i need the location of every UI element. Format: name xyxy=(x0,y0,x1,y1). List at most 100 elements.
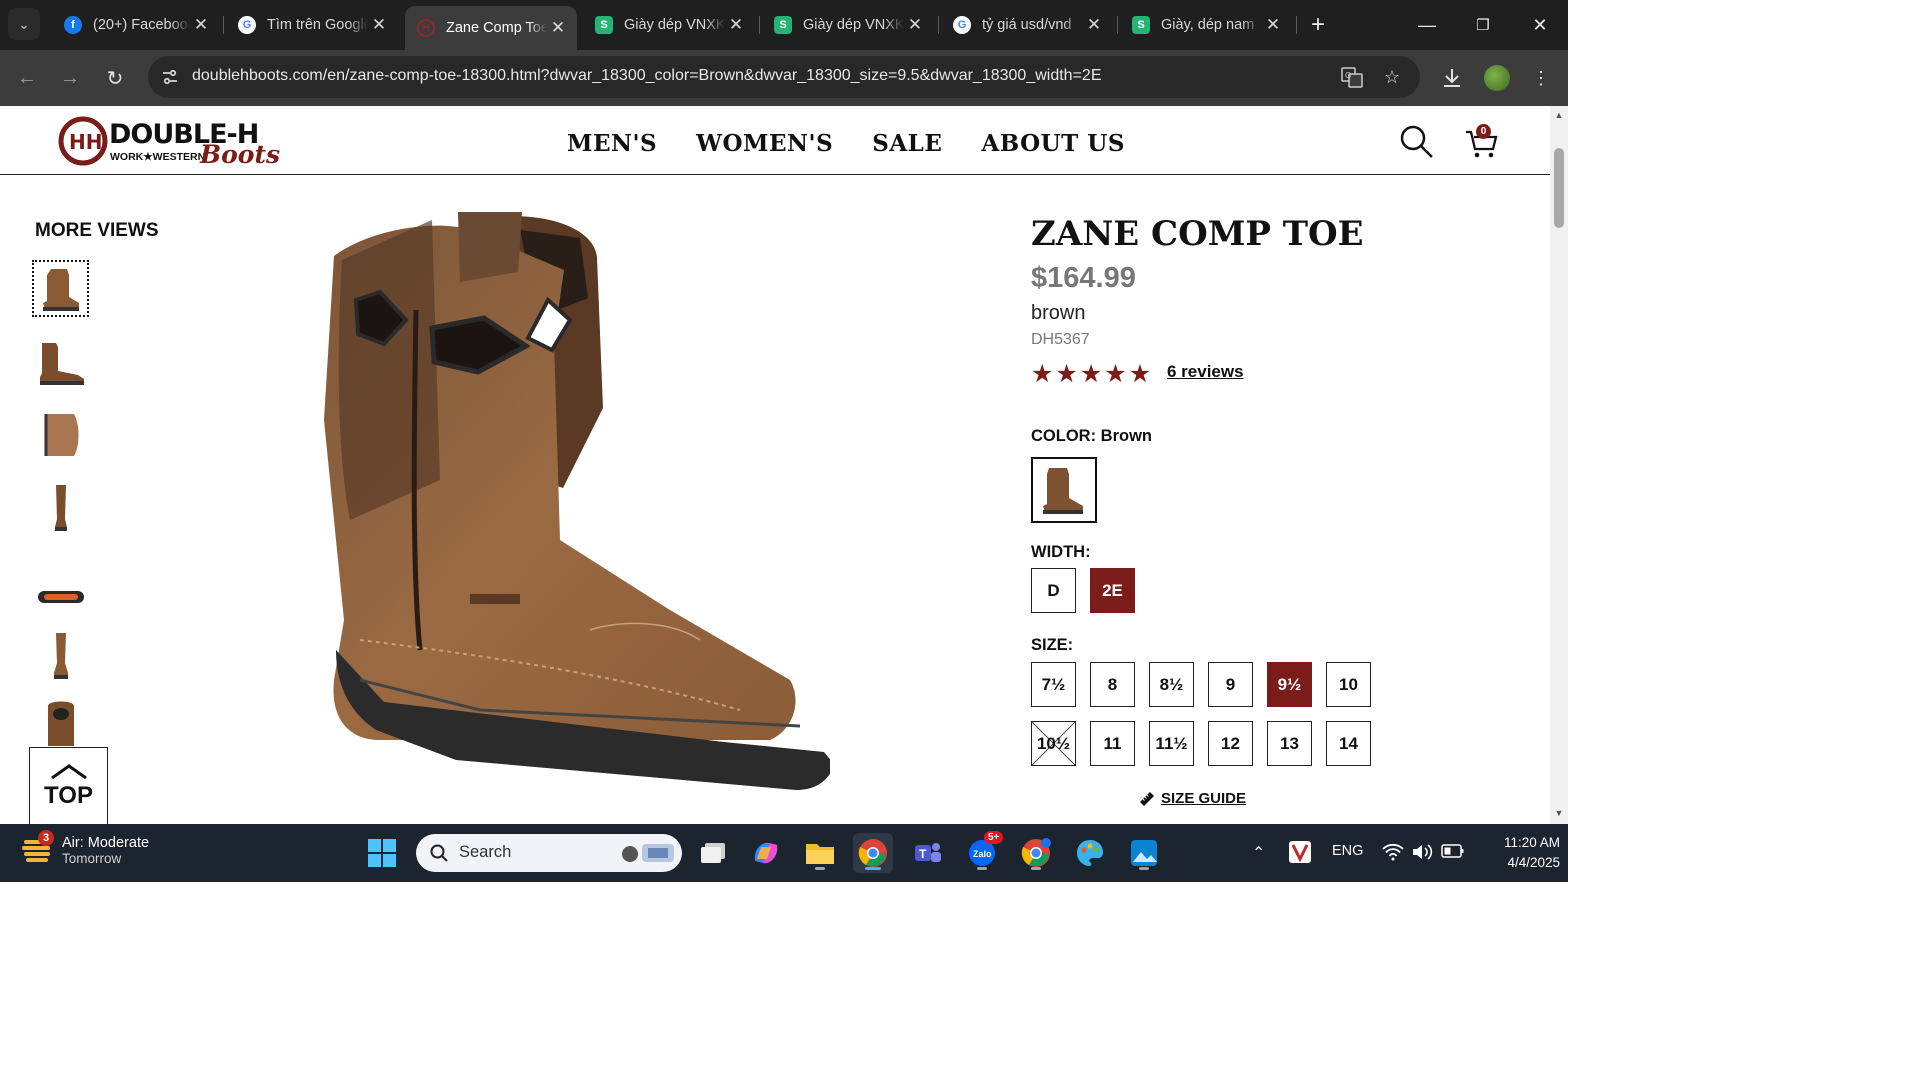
rating-stars[interactable]: ★ ★ ★ ★ ★ xyxy=(1031,359,1151,389)
thumbnail-side-view[interactable] xyxy=(32,334,89,391)
size-option-11[interactable]: 11 xyxy=(1090,721,1135,766)
product-main-image[interactable] xyxy=(320,210,834,790)
product-title: ZANE COMP TOE xyxy=(1031,214,1364,254)
size-option-11-5[interactable]: 11½ xyxy=(1149,721,1194,766)
paint-icon[interactable] xyxy=(1070,833,1110,873)
tab-google-search[interactable]: G Tìm trên Google ✕ xyxy=(226,6,398,44)
size-option-12[interactable]: 12 xyxy=(1208,721,1253,766)
tab-ty-gia[interactable]: G tỷ giá usd/vnd ✕ xyxy=(941,6,1113,44)
tab-giay-dep-nam[interactable]: S Giày, dép nam ✕ xyxy=(1120,6,1292,44)
copilot-icon[interactable] xyxy=(746,833,786,873)
thumbnail-top-view[interactable] xyxy=(32,696,89,746)
product-price: $164.99 xyxy=(1031,262,1136,294)
width-option-d[interactable]: D xyxy=(1031,568,1076,613)
reviews-link[interactable]: 6 reviews xyxy=(1167,362,1244,382)
close-icon[interactable]: ✕ xyxy=(1262,15,1284,35)
star-icon: ★ xyxy=(1079,360,1103,388)
double-h-logo[interactable]: HH DOUBLE-H WORK★WESTERN Boots xyxy=(58,114,281,170)
browser-toolbar: ← → ↻ doublehboots.com/en/zane-comp-toe-… xyxy=(0,50,1568,106)
profile-avatar[interactable] xyxy=(1483,64,1511,92)
logo-script: Boots xyxy=(200,140,281,169)
thumbnail-toe-view[interactable] xyxy=(32,406,89,463)
window-close-icon[interactable]: ✕ xyxy=(1512,0,1568,50)
restore-icon[interactable]: ❐ xyxy=(1455,0,1511,50)
volume-icon[interactable] xyxy=(1411,843,1433,865)
start-button[interactable] xyxy=(362,833,402,873)
teams-icon[interactable]: T xyxy=(908,833,948,873)
back-to-top-button[interactable]: TOP xyxy=(29,747,108,824)
kebab-menu-icon[interactable]: ⋮ xyxy=(1527,64,1555,92)
close-icon[interactable]: ✕ xyxy=(190,15,212,35)
close-icon[interactable]: ✕ xyxy=(1083,15,1105,35)
close-icon[interactable]: ✕ xyxy=(904,15,926,35)
task-view-icon[interactable] xyxy=(693,833,733,873)
tab-giay-dep-1[interactable]: S Giày dép VNXK ✕ xyxy=(583,6,755,44)
taskbar-search[interactable]: Search xyxy=(416,834,682,872)
new-tab-plus-icon[interactable]: + xyxy=(1290,0,1346,50)
close-icon[interactable]: ✕ xyxy=(725,15,747,35)
language-indicator[interactable]: ENG xyxy=(1332,843,1363,859)
site-info-icon[interactable] xyxy=(160,67,180,87)
size-guide-link[interactable]: SIZE GUIDE xyxy=(1139,790,1246,807)
chrome-taskbar-icon[interactable] xyxy=(853,833,893,873)
color-label-text: COLOR: xyxy=(1031,427,1097,445)
tab-facebook[interactable]: f (20+) Facebook ✕ xyxy=(52,6,220,44)
system-clock[interactable]: 11:20 AM 4/4/2025 xyxy=(1470,833,1560,873)
chrome-profile-icon[interactable] xyxy=(1016,833,1056,873)
nav-mens[interactable]: MEN'S xyxy=(567,130,657,157)
clock-date: 4/4/2025 xyxy=(1507,855,1560,870)
back-arrow-icon[interactable]: ← xyxy=(11,62,43,94)
svg-text:T: T xyxy=(919,847,927,861)
zalo-icon[interactable]: Zalo 5+ xyxy=(962,831,1004,873)
size-option-8-5[interactable]: 8½ xyxy=(1149,662,1194,707)
vivaldi-tray-icon[interactable] xyxy=(1289,841,1311,867)
star-icon: ★ xyxy=(1104,360,1127,388)
size-option-13[interactable]: 13 xyxy=(1267,721,1312,766)
google-icon: G xyxy=(953,16,971,34)
size-option-7-5[interactable]: 7½ xyxy=(1031,662,1076,707)
download-icon[interactable] xyxy=(1438,64,1466,92)
size-option-10[interactable]: 10 xyxy=(1326,662,1371,707)
scroll-up-icon[interactable]: ▲ xyxy=(1554,110,1564,120)
close-icon[interactable]: ✕ xyxy=(368,15,390,35)
tab-title: (20+) Facebook xyxy=(93,17,190,33)
tab-search-button[interactable]: ⌄ xyxy=(8,8,40,40)
width-option-2e[interactable]: 2E xyxy=(1090,568,1135,613)
scroll-down-icon[interactable]: ▼ xyxy=(1554,808,1564,818)
thumbnail-back-view[interactable] xyxy=(32,479,89,536)
file-explorer-icon[interactable] xyxy=(800,833,840,873)
size-option-14[interactable]: 14 xyxy=(1326,721,1371,766)
translate-icon[interactable]: G xyxy=(1338,63,1366,91)
ruler-icon xyxy=(1140,791,1154,806)
clock-time: 11:20 AM xyxy=(1503,835,1560,850)
thumbnail-sole-view[interactable] xyxy=(32,568,89,625)
page-scrollbar[interactable]: ▲ ▼ xyxy=(1550,106,1568,824)
thumbnail-angle-view[interactable] xyxy=(32,260,89,317)
tab-giay-dep-2[interactable]: S Giày dép VNXK ✕ xyxy=(762,6,934,44)
bookmark-star-icon[interactable]: ☆ xyxy=(1378,63,1406,91)
browser-tab-strip: ⌄ f (20+) Facebook ✕ G Tìm trên Google ✕… xyxy=(0,0,1568,50)
address-bar[interactable]: doublehboots.com/en/zane-comp-toe-18300.… xyxy=(148,56,1420,98)
nav-about-us[interactable]: ABOUT US xyxy=(981,130,1125,157)
reload-icon[interactable]: ↻ xyxy=(99,62,131,94)
forward-arrow-icon[interactable]: → xyxy=(54,62,86,94)
show-hidden-icons-chevron-icon[interactable]: ⌃ xyxy=(1252,843,1265,863)
thumbnail-front-view[interactable] xyxy=(32,627,89,684)
wifi-icon[interactable] xyxy=(1382,843,1404,865)
size-option-8[interactable]: 8 xyxy=(1090,662,1135,707)
color-swatch-brown[interactable] xyxy=(1031,457,1097,523)
photos-icon[interactable] xyxy=(1124,833,1164,873)
size-option-10-5-unavailable[interactable]: 10½ xyxy=(1031,721,1076,766)
tab-zane-comp-toe[interactable]: H Zane Comp Toe ✕ xyxy=(405,6,577,50)
size-option-9[interactable]: 9 xyxy=(1208,662,1253,707)
search-icon[interactable] xyxy=(1399,124,1435,160)
battery-icon[interactable] xyxy=(1441,843,1465,863)
scrollbar-thumb[interactable] xyxy=(1554,148,1564,228)
nav-womens[interactable]: WOMEN'S xyxy=(696,130,833,157)
minimize-icon[interactable]: — xyxy=(1399,0,1455,50)
nav-sale[interactable]: SALE xyxy=(872,130,942,157)
size-option-9-5[interactable]: 9½ xyxy=(1267,662,1312,707)
close-icon[interactable]: ✕ xyxy=(547,18,569,38)
weather-subtext: Tomorrow xyxy=(62,850,122,866)
weather-widget[interactable]: 3 Air: Moderate Tomorrow xyxy=(22,830,149,868)
